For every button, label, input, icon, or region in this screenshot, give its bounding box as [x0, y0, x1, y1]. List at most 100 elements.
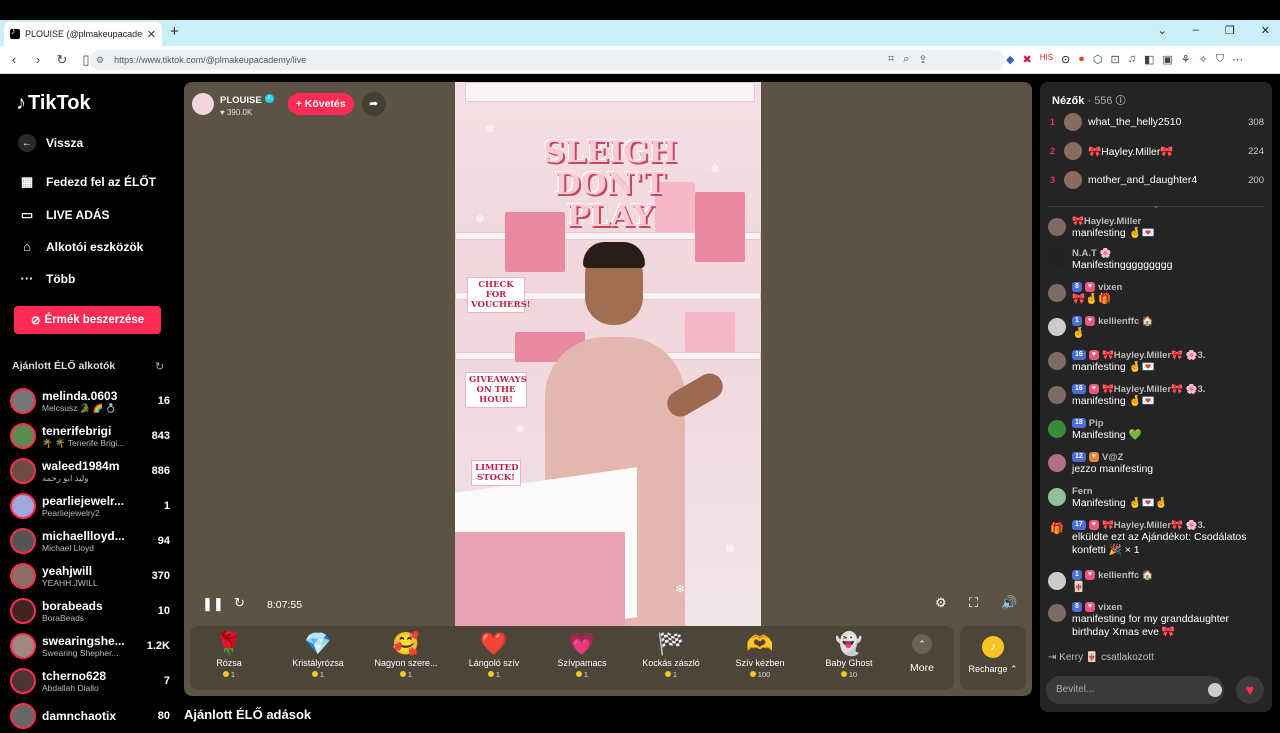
gift-crystal-rose[interactable]: 💎 Kristályrózsa 1 [274, 630, 362, 679]
chat-user[interactable]: vixen [1098, 602, 1122, 613]
chat-user[interactable]: kellienffc 🏠 [1098, 570, 1154, 581]
chat-input[interactable]: Bevitel... [1046, 676, 1224, 704]
extension-icon[interactable]: ● [1078, 53, 1085, 66]
extension-icon[interactable]: ◆ [1006, 53, 1014, 66]
host-name[interactable]: PLOUISE [220, 95, 262, 106]
volume-icon[interactable]: 🔊 [1001, 595, 1017, 611]
nav-creator-tools[interactable]: ⌂ Alkotói eszközök [18, 239, 143, 254]
host-avatar[interactable] [192, 92, 214, 115]
wallet-icon[interactable]: ▣ [1162, 53, 1172, 66]
chat-text: Manifesting 💚 [1072, 429, 1142, 441]
creator-item[interactable]: damnchaotix 80 [10, 699, 170, 733]
video-camera-icon: ▭ [20, 207, 34, 222]
settings-icon[interactable]: ⚙ [935, 595, 947, 611]
creator-item[interactable]: pearliejewelr... Pearliejewelry2 1 [10, 489, 170, 523]
coins-label: Érmék beszerzése [44, 314, 145, 326]
extension-icon[interactable]: ⊙ [1061, 53, 1070, 66]
pink-product [455, 532, 625, 626]
nav-label: Fedezd fel az ÉLŐT [46, 175, 157, 189]
gift-love-you[interactable]: 🥰 Nagyon szere... 1 [362, 630, 450, 679]
back-icon[interactable]: ‹ [4, 52, 24, 67]
chat-user[interactable]: N.A.T 🌸 [1072, 248, 1264, 259]
gift-rose[interactable]: 🌹 Rózsa 1 [185, 630, 273, 679]
creator-item[interactable]: waleed1984m وليد ابو رحمه 886 [10, 454, 170, 488]
more-gifts-button[interactable]: ⌃ More [902, 634, 942, 674]
extension-icon[interactable]: HIS [1040, 53, 1053, 66]
fan-badge: ♥ [1088, 384, 1099, 395]
share-icon[interactable]: ➦ [361, 91, 386, 116]
nav-live-studio[interactable]: ▭ LIVE ADÁS [18, 207, 110, 223]
get-coins-button[interactable]: ⊘ Érmék beszerzése [14, 306, 161, 334]
gift-checkered-flag[interactable]: 🏁 Kockás zászló 1 [627, 630, 715, 679]
chat-user[interactable]: kellienffc 🏠 [1098, 316, 1154, 327]
chat-user[interactable]: Pip [1089, 418, 1104, 429]
sidebar-icon[interactable]: ◧ [1144, 53, 1154, 66]
chat-user[interactable]: Fern [1072, 486, 1264, 497]
chat-user[interactable]: 🎀Hayley.Miller🎀 🌸3. [1102, 384, 1205, 395]
top-viewer[interactable]: 3 mother_and_daughter4 200 [1050, 169, 1264, 191]
favorites-icon[interactable]: ✧ [1199, 53, 1208, 66]
chat-user[interactable]: 🎀Hayley.Miller🎀 🌸3. [1102, 520, 1205, 531]
chevron-down-icon[interactable]: ⌄ [1152, 200, 1160, 211]
top-viewer[interactable]: 2 🎀Hayley.Miller🎀 224 [1050, 140, 1264, 162]
music-icon[interactable]: ♫ [1128, 53, 1136, 66]
extension-icon[interactable]: ⊡ [1111, 53, 1120, 66]
zoom-icon[interactable]: ⌕ [903, 53, 909, 66]
join-notice: ⇥ Kerry 🀄 csatlakozott [1048, 652, 1154, 663]
chat-user[interactable]: 🎀Hayley.Miller🎀 🌸3. [1102, 350, 1205, 361]
creator-item[interactable]: borabeads BoraBeads 10 [10, 594, 170, 628]
follow-button[interactable]: + Követés [287, 92, 354, 115]
restore-button[interactable]: ❐ [1225, 24, 1235, 37]
chat-user[interactable]: 🎀Hayley.Miller [1072, 216, 1264, 227]
extension-icon[interactable]: ✖ [1022, 53, 1031, 66]
menu-icon[interactable]: ⋯ [1232, 53, 1243, 66]
chat-user[interactable]: vixen [1098, 282, 1122, 293]
share-page-icon[interactable]: ⇪ [918, 53, 927, 66]
forward-icon[interactable]: › [28, 52, 48, 67]
creator-item[interactable]: michaellloyd... Michael Lloyd 94 [10, 524, 170, 558]
top-viewer[interactable]: 1 what_the_helly2510 308 [1050, 111, 1264, 133]
gift-baby-ghost[interactable]: 👻 Baby Ghost 10 [805, 630, 893, 679]
url-field[interactable]: ⚙ https://www.tiktok.com/@plmakeupacadem… [90, 50, 1005, 70]
translate-icon[interactable]: ⌗ [888, 53, 894, 66]
refresh-stream-icon[interactable]: ↻ [234, 595, 245, 611]
site-info-icon[interactable]: ⚙ [96, 55, 104, 66]
tiktok-logo[interactable]: ♪ TikTok [16, 92, 91, 115]
extension-icon[interactable]: ⬡ [1093, 53, 1103, 66]
nav-more[interactable]: ··· Több [18, 271, 76, 286]
new-tab-button[interactable]: + [170, 23, 179, 40]
back-link[interactable]: ← Vissza [18, 134, 83, 152]
emoji-icon[interactable] [1208, 683, 1222, 697]
close-tab-icon[interactable]: ✕ [147, 28, 156, 41]
creator-item[interactable]: tcherno628 Abdallah Diallo 7 [10, 664, 170, 698]
gift-heart-in-hand[interactable]: 🫶 Szív kézben 100 [716, 630, 804, 679]
extensions-icon[interactable]: ⚘ [1181, 53, 1191, 66]
shield-icon[interactable]: ⛉ [1216, 53, 1224, 66]
chat-message: 8 ♥ vixen manifesting for my granddaughter … [1048, 602, 1264, 639]
avatar [1048, 420, 1066, 438]
pause-icon[interactable]: ❚❚ [202, 596, 224, 612]
gift-heart-puff[interactable]: 💗 Szívpamacs 1 [538, 630, 626, 679]
recharge-button[interactable]: ♪ Recharge ⌃ [960, 626, 1026, 690]
creator-item[interactable]: yeahjwill YEAHH.JWILL 370 [10, 559, 170, 593]
gift-flaming-heart[interactable]: ❤️ Lángoló szív 1 [450, 630, 538, 679]
chat-message: 🎁 17 ♥ 🎀Hayley.Miller🎀 🌸3. elküldte ezt az … [1048, 520, 1264, 557]
nav-explore-live[interactable]: ▦ Fedezd fel az ÉLŐT [18, 174, 156, 190]
fullscreen-icon[interactable]: ⛶ [969, 595, 978, 611]
creator-item[interactable]: melinda.0603 Melcsusz 🐊 🌈 💍 16 [10, 384, 170, 418]
like-heart-button[interactable]: ♥ [1236, 676, 1264, 704]
chevron-down-icon[interactable]: ⌄ [1158, 24, 1167, 37]
refresh-icon[interactable]: ↻ [155, 360, 164, 373]
creator-item[interactable]: tenerifebrigi 🌴 🌴 Tenerife Brigi... 843 [10, 419, 170, 453]
close-window-button[interactable]: ✕ [1261, 24, 1270, 37]
level-badge: 8 [1072, 282, 1082, 293]
browser-tab[interactable]: PLOUISE (@plmakeupacadem ✕ [4, 22, 162, 46]
reload-icon[interactable]: ↻ [52, 52, 72, 68]
nav-label: Alkotói eszközök [46, 239, 144, 254]
minimize-button[interactable]: – [1193, 24, 1199, 37]
creator-sub: Swearing Shepher... [42, 648, 119, 658]
info-icon[interactable]: ⓘ [1116, 96, 1126, 107]
live-video[interactable]: SLEIGH DON'T PLAY CHECK FOR VOUCHERS! GI… [455, 82, 761, 626]
creator-item[interactable]: swearingshe... Swearing Shepher... 1.2K [10, 629, 170, 663]
chat-user[interactable]: V@Z [1102, 452, 1123, 463]
